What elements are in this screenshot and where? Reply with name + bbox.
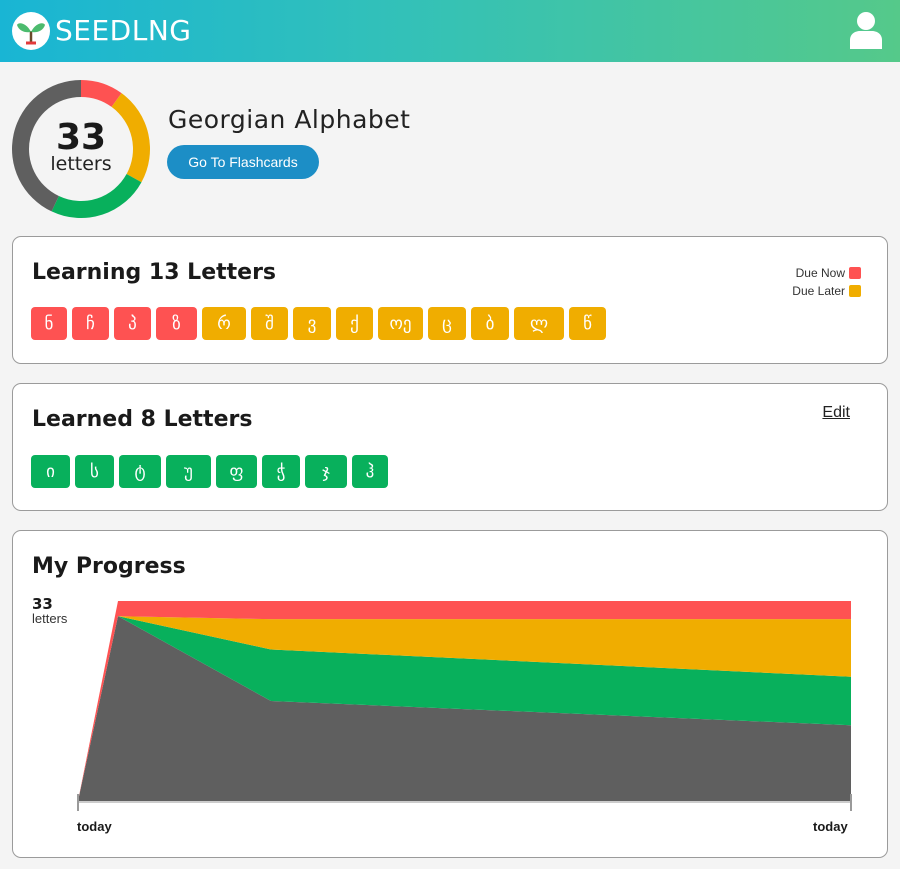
legend-due-now-label: Due Now — [795, 266, 845, 280]
letter-tile[interactable]: ლ — [514, 307, 564, 340]
user-icon[interactable] — [848, 11, 884, 49]
letter-tile[interactable]: ნ — [31, 307, 67, 340]
letter-tile[interactable]: ი — [31, 455, 70, 488]
ring-segment-learned — [51, 174, 142, 218]
learning-letters: ნ ჩ პ ზ რ შ ვ ქ ოე ც ბ ლ წ — [31, 307, 606, 340]
learned-letters: ი ს ტ უ ფ ჭ ჯ ჰ — [31, 455, 388, 488]
legend-due-now: Due Now — [792, 264, 861, 282]
learned-card: Learned 8 Letters Edit ი ს ტ უ ფ ჭ ჯ ჰ — [12, 383, 888, 511]
letter-tile[interactable]: ც — [428, 307, 466, 340]
legend-due-later-label: Due Later — [792, 284, 845, 298]
letter-tile[interactable]: წ — [569, 307, 606, 340]
learning-title: Learning 13 Letters — [32, 260, 277, 285]
letter-tile[interactable]: შ — [251, 307, 288, 340]
learned-title: Learned 8 Letters — [32, 407, 253, 432]
letter-tile[interactable]: ჰ — [352, 455, 388, 488]
deck-letter-count: 33 — [55, 117, 107, 158]
go-to-flashcards-button[interactable]: Go To Flashcards — [167, 145, 319, 179]
legend-due-later: Due Later — [792, 282, 861, 300]
letter-tile[interactable]: უ — [166, 455, 211, 488]
deck-title: Georgian Alphabet — [168, 105, 411, 134]
edit-link[interactable]: Edit — [822, 404, 850, 422]
legend-due-later-swatch — [849, 285, 861, 297]
letter-tile[interactable]: ვ — [293, 307, 331, 340]
x-tick-end: today — [813, 819, 848, 834]
progress-max-unit: letters — [32, 611, 68, 626]
letter-tile[interactable]: პ — [114, 307, 151, 340]
seedling-icon[interactable] — [12, 12, 50, 50]
letter-tile[interactable]: ს — [75, 455, 114, 488]
progress-chart — [77, 601, 852, 811]
letter-tile[interactable]: ქ — [336, 307, 373, 340]
progress-max-count: 33 — [32, 595, 53, 613]
letter-tile[interactable]: ჩ — [72, 307, 109, 340]
app-header: SEEDLNG — [0, 0, 900, 62]
letter-tile[interactable]: ტ — [119, 455, 161, 488]
letter-tile[interactable]: ჭ — [262, 455, 300, 488]
deck-letter-unit: letters — [50, 153, 112, 175]
due-legend: Due Now Due Later — [792, 264, 861, 300]
brand-name[interactable]: SEEDLNG — [55, 15, 191, 47]
letter-tile[interactable]: ზ — [156, 307, 197, 340]
legend-due-now-swatch — [849, 267, 861, 279]
letter-tile[interactable]: რ — [202, 307, 246, 340]
x-tick-start: today — [77, 819, 112, 834]
letter-tile[interactable]: ჯ — [305, 455, 347, 488]
learning-card: Learning 13 Letters Due Now Due Later ნ … — [12, 236, 888, 364]
progress-card: My Progress 33 letters today today — [12, 530, 888, 858]
letter-tile[interactable]: ფ — [216, 455, 257, 488]
letter-tile[interactable]: ბ — [471, 307, 509, 340]
letter-tile[interactable]: ოე — [378, 307, 423, 340]
